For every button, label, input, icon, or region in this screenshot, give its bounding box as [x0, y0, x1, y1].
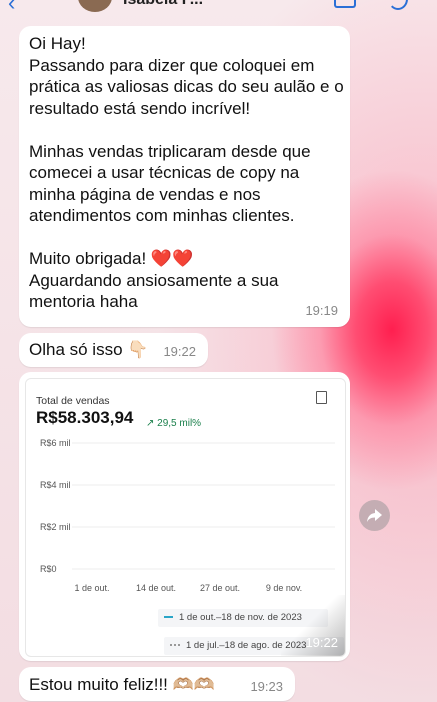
message-bubble[interactable]: Oi Hay! Passando para dizer que coloquei…	[19, 26, 350, 327]
contact-name[interactable]: Isabela F...	[123, 0, 203, 9]
x-tick-label: 1 de out.	[74, 583, 109, 593]
message-time: 19:22	[305, 634, 338, 650]
message-bubble[interactable]: Estou muito feliz!!! 🫶🏼🫶🏼 19:23	[19, 667, 295, 701]
share-arrow-icon	[367, 509, 382, 522]
video-call-icon[interactable]	[334, 0, 356, 8]
forward-button[interactable]	[359, 500, 390, 531]
message-text: Estou muito feliz!!! 🫶🏼🫶🏼	[29, 675, 215, 694]
x-tick-label: 14 de out.	[136, 583, 176, 593]
message-time: 19:23	[250, 678, 283, 694]
message-time: 19:22	[163, 343, 196, 359]
image-message-bubble[interactable]: Total de vendas R$58.303,94 ↗ 29,5 mil% …	[19, 372, 350, 661]
chat-header: ‹ Isabela F...	[0, 0, 437, 14]
legend-swatch-previous	[170, 644, 180, 647]
message-text: Oi Hay! Passando para dizer que coloquei…	[29, 34, 344, 311]
y-tick-label: R$0	[40, 564, 57, 574]
y-tick-label: R$6 mil	[40, 438, 71, 448]
x-tick-label: 9 de nov.	[266, 583, 302, 593]
y-tick-label: R$4 mil	[40, 480, 71, 490]
message-text: Olha só isso 👇🏻	[29, 340, 149, 359]
y-tick-label: R$2 mil	[40, 522, 71, 532]
message-bubble[interactable]: Olha só isso 👇🏻 19:22	[19, 333, 208, 367]
phone-call-icon[interactable]	[388, 0, 408, 10]
legend-swatch-current	[164, 616, 173, 619]
avatar[interactable]	[78, 0, 112, 12]
sales-screenshot: Total de vendas R$58.303,94 ↗ 29,5 mil% …	[25, 378, 346, 657]
x-tick-label: 27 de out.	[200, 583, 240, 593]
back-chevron-icon[interactable]: ‹	[8, 0, 15, 14]
heart-emojis: ❤️❤️	[150, 249, 194, 268]
message-time: 19:19	[305, 302, 338, 318]
